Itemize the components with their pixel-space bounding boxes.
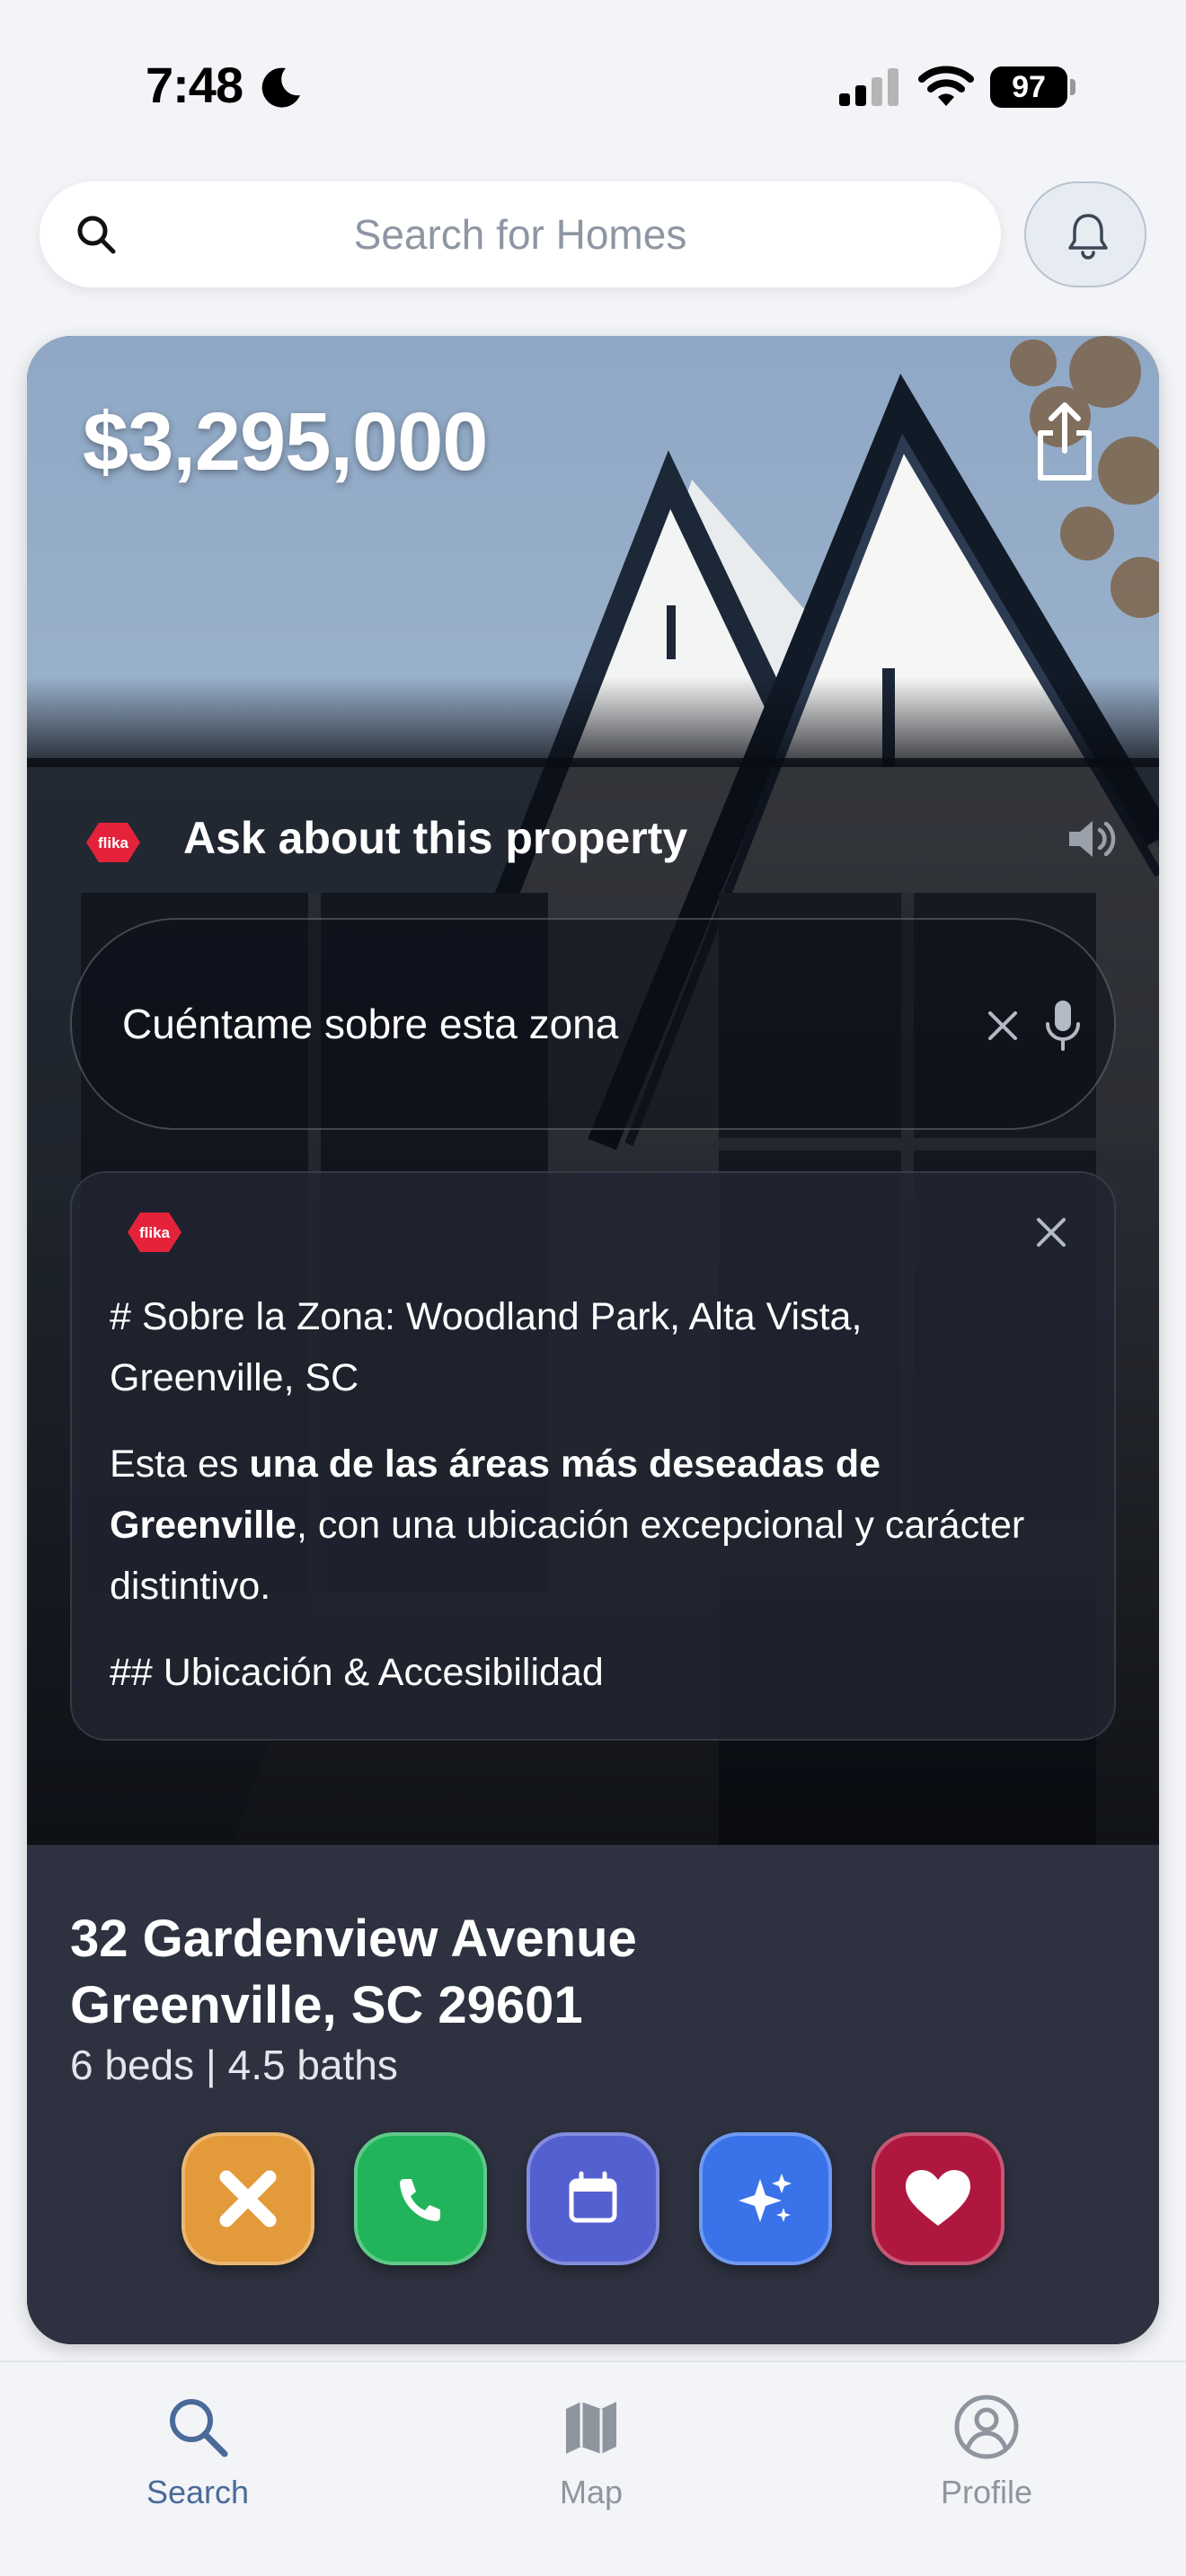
battery-cap [1070, 79, 1075, 95]
battery-icon: 97 [990, 66, 1067, 108]
ai-answer-panel: flika # Sobre la Zona: Woodland Park, Al… [70, 1171, 1116, 1741]
tab-bar: Search Map Profile [0, 2360, 1186, 2576]
map-icon [566, 2402, 616, 2454]
ask-input[interactable]: Cuéntame sobre esta zona [70, 918, 1116, 1130]
flika-logo: flika [128, 1213, 181, 1252]
call-button[interactable] [354, 2132, 487, 2265]
listing-address: 32 Gardenview Avenue Greenville, SC 2960… [70, 1906, 637, 2039]
photo-fade [27, 677, 1159, 767]
speaker-icon[interactable] [1066, 816, 1116, 862]
search-icon [170, 2399, 228, 2457]
listing-card[interactable]: $3,295,000 flika Ask about this property… [27, 336, 1159, 2344]
tab-search[interactable]: Search [99, 2393, 296, 2527]
search-bar[interactable]: Search for Homes [40, 181, 1001, 287]
flika-logo-text: flika [139, 1224, 171, 1241]
battery-level: 97 [1012, 70, 1046, 104]
moon-icon [261, 67, 300, 108]
answer-subheading: ## Ubicación & Accesibilidad [110, 1651, 604, 1694]
flika-logo-text: flika [98, 834, 129, 851]
tab-label: Search [146, 2474, 250, 2510]
flika-logo: flika [86, 823, 140, 862]
schedule-button[interactable] [527, 2132, 659, 2265]
sparkles-icon [739, 2174, 792, 2222]
answer-heading: # Sobre la Zona: Woodland Park, Alta Vis… [110, 1295, 863, 1399]
microphone-icon[interactable] [1044, 999, 1082, 1053]
tab-profile[interactable]: Profile [888, 2393, 1085, 2527]
phone-icon [400, 2179, 440, 2221]
answer-cut-line: **A pasos del centro de Greenville** – a… [110, 1728, 1026, 1739]
address-line-2: Greenville, SC 29601 [70, 1976, 583, 2034]
tab-map[interactable]: Map [492, 2393, 690, 2527]
clear-icon[interactable] [985, 1008, 1021, 1044]
close-icon[interactable] [1033, 1214, 1069, 1250]
status-time: 7:48 [146, 57, 243, 113]
share-icon[interactable] [1031, 401, 1098, 483]
listing-price: $3,295,000 [83, 396, 488, 488]
cellular-signal-icon [839, 68, 898, 106]
listing-info: 32 Gardenview Avenue Greenville, SC 2960… [27, 1845, 1159, 2344]
ask-title: Ask about this property [183, 813, 688, 863]
search-input[interactable]: Search for Homes [40, 181, 1001, 287]
favorite-button[interactable] [872, 2132, 1005, 2265]
answer-paragraph: Esta es una de las áreas más deseadas de… [110, 1442, 1025, 1608]
listing-details: 6 beds | 4.5 baths [70, 2042, 398, 2088]
bell-icon [1068, 214, 1108, 260]
action-buttons [181, 2132, 1008, 2265]
ask-query-text[interactable]: Cuéntame sobre esta zona [122, 920, 618, 1128]
calendar-icon [569, 2171, 617, 2223]
heart-icon [906, 2170, 970, 2226]
status-bar: 7:48 97 [0, 0, 1186, 171]
address-line-1: 32 Gardenview Avenue [70, 1910, 637, 1968]
answer-text: # Sobre la Zona: Woodland Park, Alta Vis… [110, 1286, 1026, 1739]
x-icon [219, 2170, 277, 2228]
dismiss-button[interactable] [181, 2132, 314, 2265]
notifications-button[interactable] [1024, 181, 1146, 287]
tab-label: Map [559, 2474, 624, 2510]
tab-label: Profile [940, 2474, 1033, 2510]
ai-assistant-button[interactable] [699, 2132, 832, 2265]
wifi-icon [918, 66, 974, 106]
profile-icon [954, 2395, 1019, 2459]
